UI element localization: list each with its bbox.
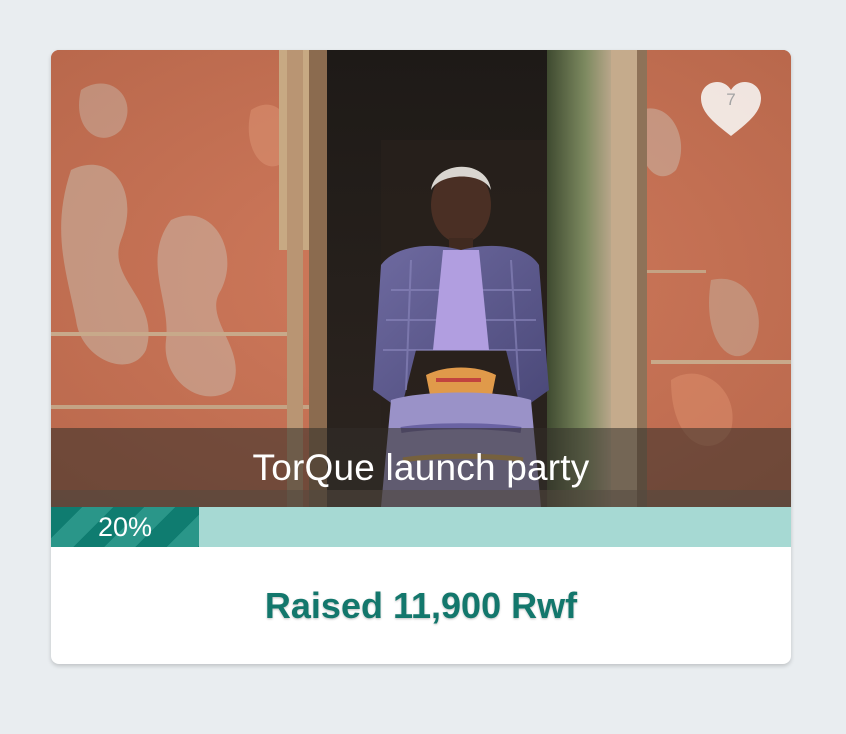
raised-amount: Raised 11,900 Rwf xyxy=(264,584,578,626)
raised-amount-section: Raised 11,900 Rwf xyxy=(51,547,791,664)
favorite-button[interactable]: 7 xyxy=(699,80,763,138)
title-band: TorQue launch party xyxy=(51,428,791,507)
campaign-card[interactable]: 7 TorQue launch party 20% Raised 11,900 … xyxy=(51,50,791,664)
progress-label: 20% xyxy=(97,512,153,542)
favorite-count: 7 xyxy=(726,90,736,109)
progress-bar: 20% xyxy=(51,507,791,547)
campaign-photo[interactable]: 7 TorQue launch party xyxy=(51,50,791,507)
campaign-title[interactable]: TorQue launch party xyxy=(253,447,590,489)
